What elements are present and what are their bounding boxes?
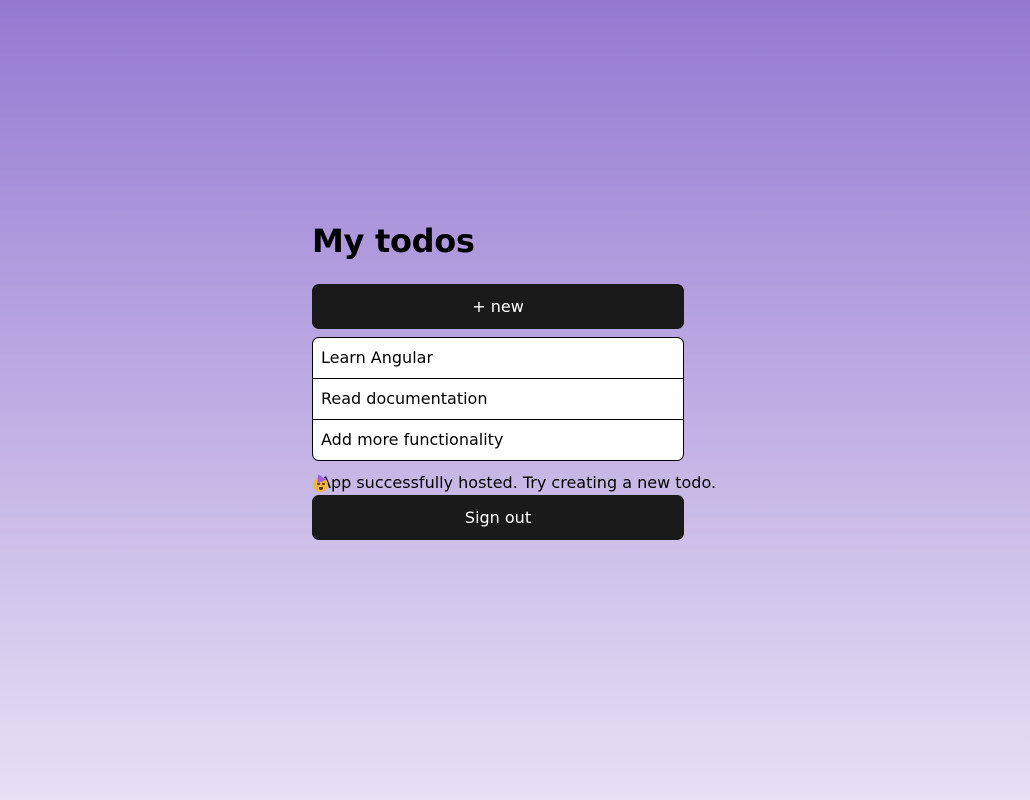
page-title: My todos [312, 222, 475, 260]
todo-item[interactable]: Add more functionality [313, 419, 683, 460]
todo-item[interactable]: Read documentation [313, 378, 683, 419]
todo-item[interactable]: Learn Angular [313, 338, 683, 378]
status-message: App successfully hosted. Try creating a … [312, 472, 716, 494]
todo-list: Learn Angular Read documentation Add mor… [312, 337, 684, 461]
new-todo-button[interactable]: + new [312, 284, 684, 329]
sign-out-button[interactable]: Sign out [312, 495, 684, 540]
todo-app: My todos + new Learn Angular Read docume… [312, 222, 716, 540]
status-text: App successfully hosted. Try creating a … [320, 473, 717, 492]
